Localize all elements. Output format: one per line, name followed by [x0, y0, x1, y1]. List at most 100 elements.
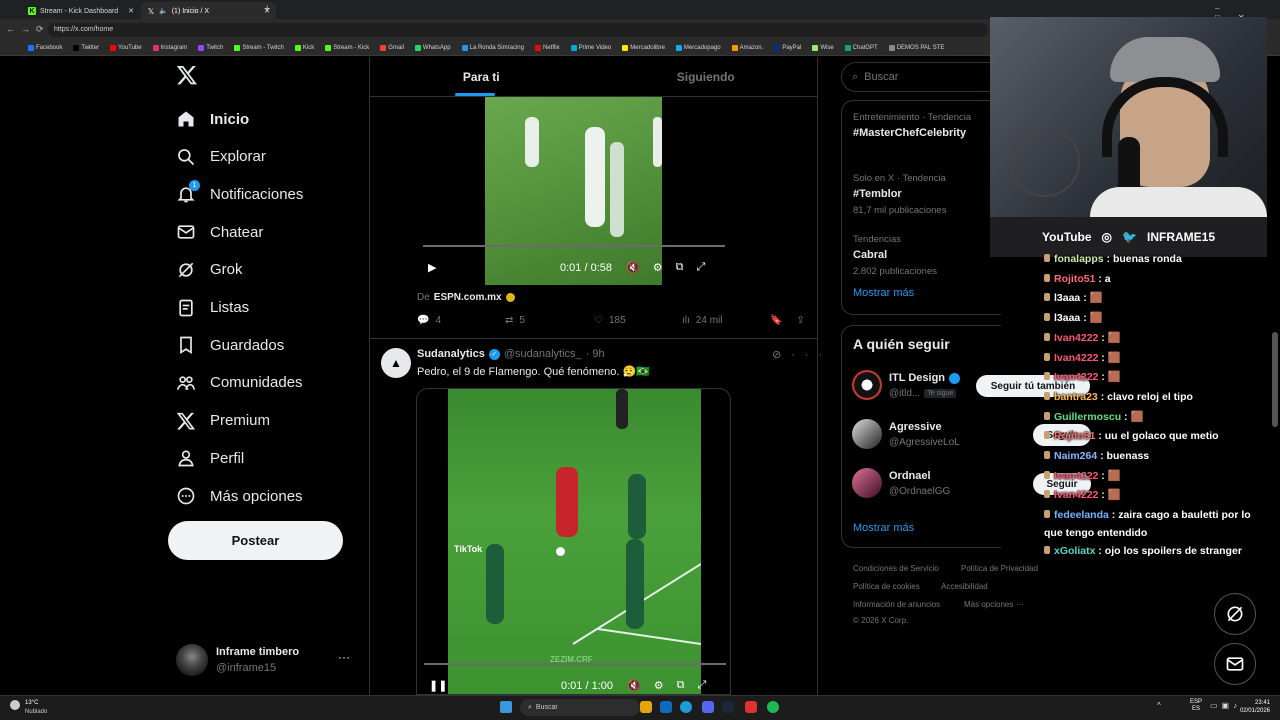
steam-icon[interactable]	[722, 701, 734, 713]
pause-icon[interactable]: ❚❚	[429, 679, 447, 692]
account-switcher[interactable]: Inframe timbero @inframe15 ···	[176, 644, 356, 678]
browser-tab-kick[interactable]: K Stream - Kick Dashboard ✕	[22, 2, 140, 20]
avatar[interactable]	[852, 468, 882, 498]
suggestion-name[interactable]: ITL Design	[889, 372, 961, 384]
footer-link[interactable]: Información de anuncios	[853, 600, 940, 609]
spotify-icon[interactable]	[767, 701, 779, 713]
pip-icon[interactable]: ⧉	[677, 679, 685, 692]
bookmark-item[interactable]: Twitch	[198, 44, 223, 51]
chat-username[interactable]: Ivan4222	[1054, 371, 1098, 383]
grok-button[interactable]	[1214, 593, 1256, 635]
chat-username[interactable]: fonalapps	[1054, 253, 1104, 265]
fullscreen-icon[interactable]: ⤢	[697, 679, 706, 692]
fullscreen-icon[interactable]: ⤢	[696, 261, 705, 274]
chat-username[interactable]: Naim264	[1054, 450, 1097, 462]
footer-link[interactable]: Política de Privacidad	[961, 564, 1038, 573]
show-more-trends[interactable]: Mostrar más	[853, 287, 914, 299]
sidebar-item-listas[interactable]: Listas	[176, 293, 249, 323]
sidebar-item-chatear[interactable]: Chatear	[176, 217, 263, 247]
sidebar-item-premium[interactable]: Premium	[176, 406, 270, 436]
bookmark-item[interactable]: La Ronda Simracing	[461, 44, 524, 51]
chat-username[interactable]: Guillermoscu	[1054, 411, 1121, 423]
author-handle[interactable]: @sudanalytics_	[504, 348, 582, 360]
chat-username[interactable]: Ivan4222	[1054, 489, 1098, 501]
suggestion-name[interactable]: Agressive	[889, 421, 942, 433]
bookmark-item[interactable]: Mercadopago	[675, 44, 721, 51]
reply-button[interactable]: 💬 4	[417, 315, 441, 326]
messages-button[interactable]	[1214, 643, 1256, 685]
edge-icon[interactable]	[680, 701, 692, 713]
bookmark-item[interactable]: Amazon.	[731, 44, 763, 51]
new-tab-icon[interactable]: +	[264, 3, 270, 15]
views-button[interactable]: ılı 24 mil	[682, 315, 722, 326]
mute-icon[interactable]: 🔇	[626, 261, 640, 274]
footer-link[interactable]: Política de cookies	[853, 582, 920, 591]
bookmark-item[interactable]: Netflix	[534, 44, 560, 51]
bookmark-item[interactable]: Wise	[812, 44, 834, 51]
video-controls[interactable]: 🔇 ⚙ ⧉ ⤢	[627, 679, 706, 692]
repost-button[interactable]: ⇄ 5	[505, 315, 525, 326]
author-name[interactable]: Sudanalytics	[417, 348, 485, 360]
close-icon[interactable]: ✕	[128, 7, 134, 15]
chat-username[interactable]: fedeelanda	[1054, 509, 1109, 521]
tray-icon[interactable]: ^	[1157, 701, 1161, 710]
taskbar-search[interactable]: ⌕ Buscar	[520, 699, 640, 716]
bookmark-item[interactable]: Gmail	[380, 44, 404, 51]
video-progress-bar[interactable]	[423, 245, 725, 247]
app-icon[interactable]	[745, 701, 757, 713]
video-controls[interactable]: 🔇 ⚙ ⧉ ⤢	[626, 261, 705, 274]
x-logo-icon[interactable]	[176, 64, 200, 92]
bookmark-item[interactable]: Twitter	[73, 44, 99, 51]
post2-video[interactable]: TikTok ZEZIM.CRF ❚❚ 0:01 / 1:00 🔇 ⚙ ⧉ ⤢	[416, 388, 731, 695]
settings-icon[interactable]: ⚙	[653, 261, 663, 274]
play-icon[interactable]: ▶	[428, 261, 436, 274]
post1-video[interactable]: ▶ 0:01 / 0:58 🔇 ⚙ ⧉ ⤢	[416, 97, 731, 285]
more-icon[interactable]: ···	[338, 650, 350, 664]
grok-icon[interactable]: ⊘	[772, 349, 791, 361]
bookmark-item[interactable]: Prime Video	[570, 44, 611, 51]
avatar[interactable]	[852, 370, 882, 400]
bookmark-item[interactable]: WhatsApp	[414, 44, 451, 51]
bookmark-item[interactable]: Kick	[294, 44, 314, 51]
bookmark-item[interactable]: YouTube	[110, 44, 142, 51]
sidebar-item-grok[interactable]: Grok	[176, 255, 243, 285]
sidebar-item-comunidades[interactable]: Comunidades	[176, 368, 303, 398]
sidebar-item-m-s-opciones[interactable]: Más opciones	[176, 481, 303, 511]
like-button[interactable]: ♡ 185	[594, 315, 626, 326]
settings-icon[interactable]: ⚙	[654, 679, 664, 692]
footer-link[interactable]: Condiciones de Servicio	[853, 564, 939, 573]
bookmark-icon[interactable]: 🔖	[770, 315, 782, 326]
chat-username[interactable]: Rojito51	[1054, 430, 1095, 442]
chat-username[interactable]: l3aaa	[1054, 312, 1080, 324]
file-explorer-icon[interactable]	[640, 701, 652, 713]
sidebar-item-notificaciones[interactable]: 1 Notificaciones	[176, 179, 303, 209]
bookmark-item[interactable]: Stream - Kick	[325, 44, 369, 51]
bookmark-item[interactable]: PayPal	[774, 44, 801, 51]
windows-start-icon[interactable]	[500, 701, 512, 713]
post-button[interactable]: Postear	[168, 521, 343, 560]
video-progress-bar[interactable]	[424, 663, 726, 665]
language-indicator[interactable]: ESP ES	[1190, 699, 1202, 713]
mute-icon[interactable]: 🔇	[627, 679, 641, 692]
more-icon[interactable]: ···	[791, 349, 832, 361]
bookmark-item[interactable]: DEMOS PAL STE	[888, 44, 944, 51]
tab-for-you[interactable]: Para ti	[369, 57, 594, 96]
trend-name[interactable]: Cabral	[853, 249, 887, 261]
address-bar[interactable]: https://x.com/home	[48, 23, 988, 37]
sidebar-item-perfil[interactable]: Perfil	[176, 443, 244, 473]
weather-temp[interactable]: 13°C	[25, 700, 38, 706]
chat-username[interactable]: bantra23	[1054, 391, 1098, 403]
scrollbar[interactable]	[1272, 57, 1278, 695]
footer-link[interactable]: Más opciones ···	[964, 600, 1024, 609]
share-icon[interactable]: ⇪	[796, 315, 804, 326]
pip-icon[interactable]: ⧉	[676, 261, 684, 274]
bookmark-item[interactable]: Instagram	[152, 44, 187, 51]
avatar[interactable]: ▲	[381, 348, 411, 378]
chat-username[interactable]: Rojito51	[1054, 273, 1095, 285]
bookmark-item[interactable]: Mercadolibre	[622, 44, 665, 51]
show-more-follows[interactable]: Mostrar más	[853, 522, 914, 534]
browser-tab-x[interactable]: 𝕏 🔈 (1) Inicio / X ✕	[141, 2, 276, 20]
chat-username[interactable]: l3aaa	[1054, 292, 1080, 304]
trend-name[interactable]: #MasterChefCelebrity	[853, 127, 966, 139]
trend-name[interactable]: #Temblor	[853, 188, 902, 200]
